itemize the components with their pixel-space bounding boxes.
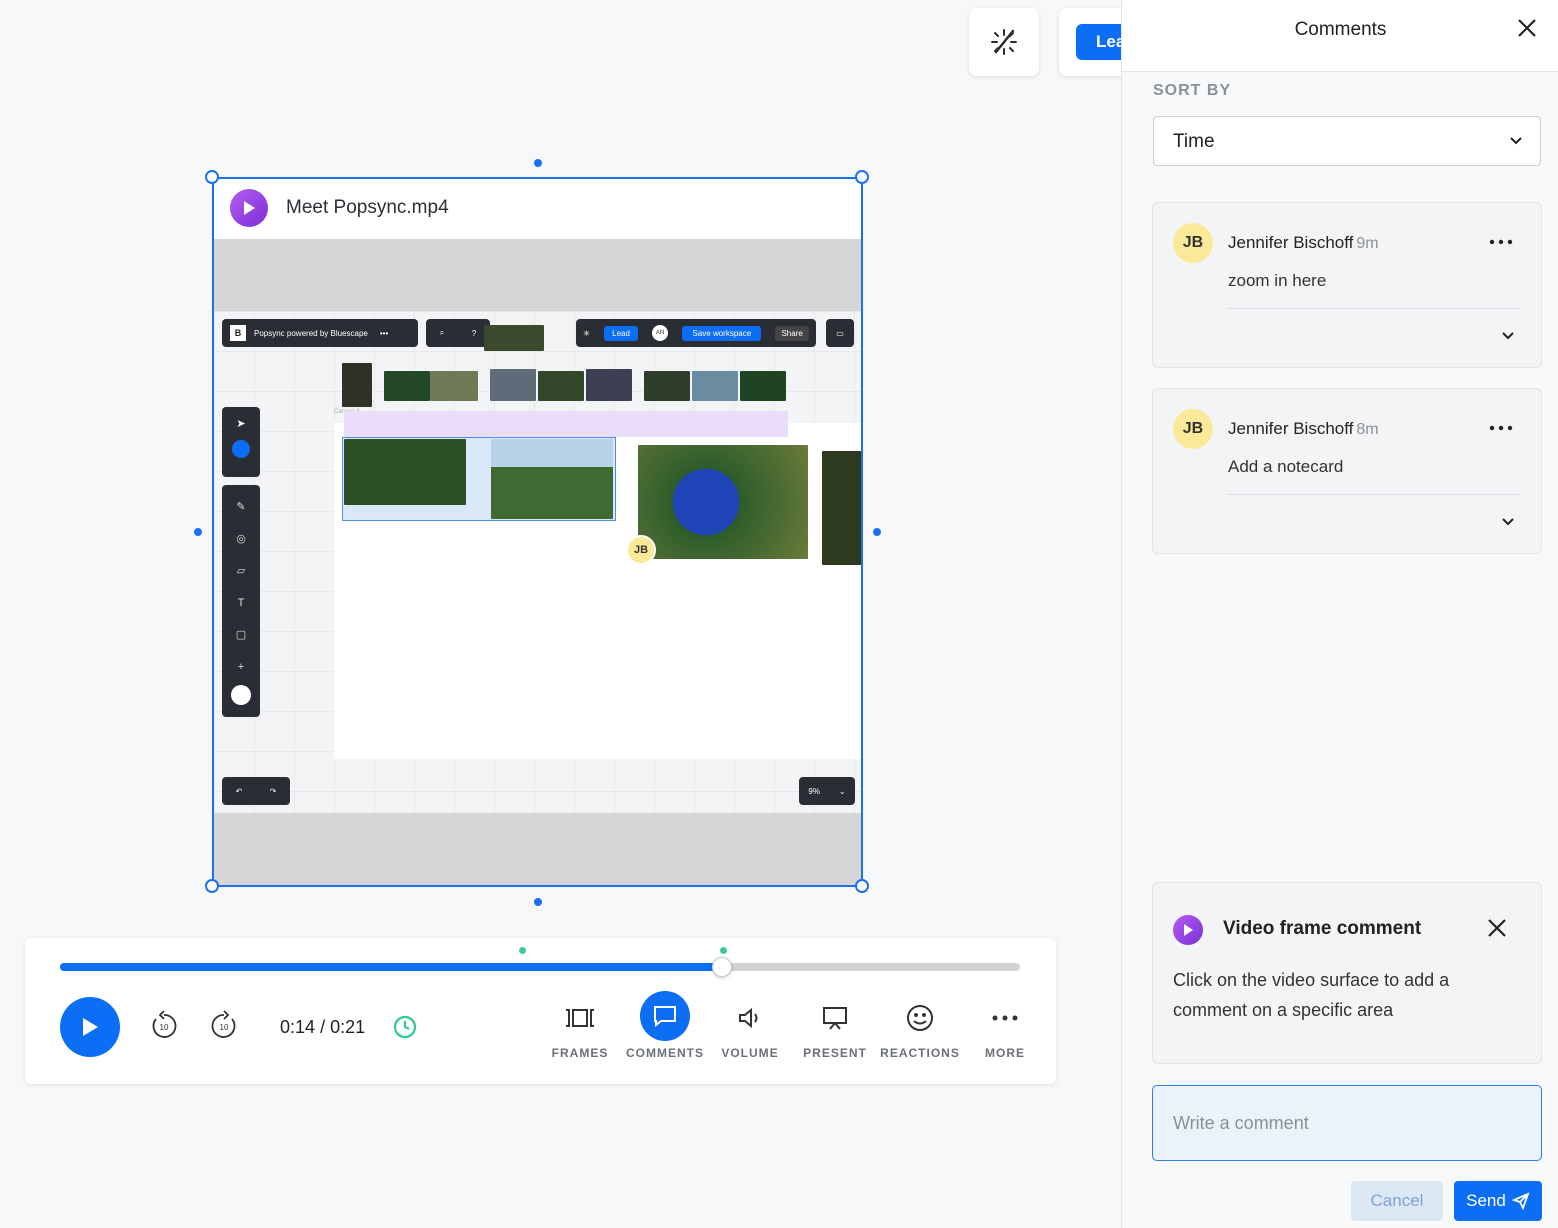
comments-header: Comments (1122, 0, 1558, 72)
video-frame-comment-hint: Click on the video surface to add a comm… (1173, 970, 1450, 1020)
avatar: JB (1173, 223, 1213, 263)
play-icon (83, 1018, 98, 1036)
comments-title: Comments (1294, 19, 1387, 40)
expand-replies-button[interactable] (1500, 514, 1516, 535)
comments-panel: Comments SORT BY Time JB Jennifer Bischo… (1121, 0, 1558, 1228)
more-icon (1489, 425, 1513, 431)
volume-button[interactable]: VOLUME (710, 998, 790, 1060)
resize-handle-top-left[interactable] (205, 170, 219, 184)
chevron-down-icon (1502, 332, 1514, 340)
selection-frame (212, 177, 863, 887)
resize-handle-bottom[interactable] (534, 898, 542, 906)
frames-label: FRAMES (551, 1046, 609, 1060)
comment-text: Add a notecard (1228, 457, 1344, 476)
comments-button[interactable]: COMMENTS (625, 990, 705, 1060)
progress-knob[interactable] (712, 957, 733, 977)
comment-author-name: Jennifer Bischoff (1228, 233, 1354, 252)
comment-more-button[interactable] (1489, 419, 1513, 431)
comment-card[interactable]: JB Jennifer Bischoff 8m Add a notecard (1152, 388, 1542, 554)
close-icon (1488, 919, 1506, 937)
comment-marker[interactable] (519, 947, 526, 954)
frames-button[interactable]: FRAMES (540, 998, 620, 1060)
resize-handle-bottom-left[interactable] (205, 879, 219, 893)
comments-label: COMMENTS (626, 1046, 704, 1060)
present-label: PRESENT (803, 1046, 867, 1060)
sort-select-value: Time (1173, 131, 1215, 152)
chevron-down-icon (1510, 137, 1522, 145)
comment-time: 9m (1356, 235, 1379, 252)
comment-more-button[interactable] (1489, 233, 1513, 245)
svg-text:10: 10 (160, 1023, 169, 1032)
video-frame-comment-title: Video frame comment (1223, 918, 1422, 939)
comment-author: Jennifer Bischoff 8m (1228, 419, 1379, 439)
time-separator: / (320, 1017, 326, 1037)
time-total: 0:21 (330, 1017, 366, 1037)
more-label: MORE (985, 1046, 1025, 1060)
resize-handle-right[interactable] (873, 528, 881, 536)
send-label: Send (1466, 1191, 1506, 1210)
close-icon (1518, 19, 1536, 37)
comment-author: Jennifer Bischoff 9m (1228, 233, 1379, 253)
more-icon (992, 1015, 1018, 1021)
divider (1228, 308, 1520, 309)
reactions-label: REACTIONS (880, 1046, 960, 1060)
reactions-button[interactable]: REACTIONS (880, 998, 960, 1060)
laser-pointer-icon (991, 29, 1017, 55)
video-player-controls: 10 10 0:14 / 0:21 FRAMES COMMENTS VOLUME… (25, 938, 1056, 1084)
progress-track[interactable] (60, 963, 1020, 971)
close-frame-comment-button[interactable] (1486, 917, 1508, 944)
clock-icon (393, 1015, 417, 1039)
laser-pointer-button[interactable] (969, 8, 1039, 76)
volume-label: VOLUME (721, 1046, 779, 1060)
chevron-down-icon (1502, 518, 1514, 526)
comment-card[interactable]: JB Jennifer Bischoff 9m zoom in here (1152, 202, 1542, 368)
time-current: 0:14 (280, 1017, 316, 1037)
present-icon (823, 1007, 847, 1030)
svg-text:10: 10 (220, 1023, 229, 1032)
expand-replies-button[interactable] (1500, 328, 1516, 349)
comment-input[interactable] (1152, 1085, 1542, 1161)
resize-handle-top-right[interactable] (855, 170, 869, 184)
video-file-icon (1173, 915, 1203, 945)
sort-by-label: SORT BY (1153, 82, 1232, 99)
comment-time: 8m (1356, 421, 1379, 438)
more-icon (1489, 239, 1513, 245)
comment-text: zoom in here (1228, 271, 1327, 290)
progress-fill (60, 963, 723, 971)
video-frame-comment-card: Video frame comment Click on the video s… (1152, 882, 1542, 1064)
frames-icon (566, 1009, 594, 1027)
play-button[interactable] (60, 997, 120, 1057)
rewind-10-icon: 10 (152, 1010, 177, 1038)
comment-icon (654, 1005, 676, 1027)
send-icon (1511, 1192, 1530, 1210)
resize-handle-top[interactable] (534, 159, 542, 167)
sort-select[interactable]: Time (1153, 116, 1541, 166)
comment-marker[interactable] (720, 947, 727, 954)
skip-forward-button[interactable]: 10 (208, 1010, 240, 1042)
forward-10-icon: 10 (211, 1010, 236, 1038)
smile-icon (907, 1005, 933, 1031)
timestamp-clock-button[interactable] (393, 1015, 417, 1044)
skip-back-button[interactable]: 10 (148, 1010, 180, 1042)
avatar: JB (1173, 409, 1213, 449)
cancel-button[interactable]: Cancel (1351, 1181, 1443, 1221)
timecode: 0:14 / 0:21 (280, 1017, 365, 1038)
comment-author-name: Jennifer Bischoff (1228, 419, 1354, 438)
resize-handle-left[interactable] (194, 528, 202, 536)
present-button[interactable]: PRESENT (795, 998, 875, 1060)
more-button[interactable]: MORE (965, 998, 1045, 1060)
resize-handle-bottom-right[interactable] (855, 879, 869, 893)
volume-icon (739, 1007, 758, 1029)
divider (1228, 494, 1520, 495)
close-panel-button[interactable] (1515, 16, 1539, 40)
send-button[interactable]: Send (1454, 1181, 1542, 1221)
